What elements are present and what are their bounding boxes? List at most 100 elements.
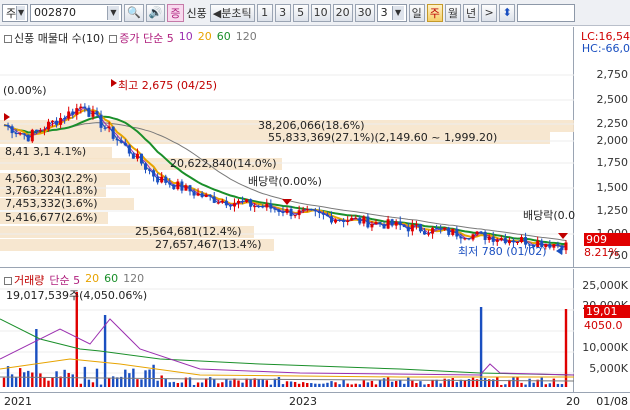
candle-body [34, 129, 38, 131]
volume-bar [31, 372, 34, 387]
volume-profile-label: 20,622,840(14.0%) [170, 157, 277, 170]
period-5-button[interactable]: 5 [292, 3, 309, 22]
volume-bar [99, 384, 103, 387]
volume-legend: 거래량 단순 5 20 60 120 [4, 272, 144, 288]
volume-bar [196, 382, 200, 387]
volume-bar [419, 381, 422, 387]
ma10-legend: 10 [178, 30, 193, 43]
candle-body [176, 181, 180, 190]
volume-bar [233, 378, 236, 387]
margin-badge-button[interactable]: 증 [167, 3, 184, 22]
volume-ma-line [0, 318, 575, 376]
minute-tick-button[interactable]: ◀분초틱 [209, 3, 255, 22]
volume-bar [455, 382, 459, 387]
volume-bar [87, 379, 91, 387]
hc-readout: HC:-66,0 [581, 42, 630, 55]
volume-bar [229, 380, 232, 387]
date-input[interactable] [517, 3, 576, 22]
market-select[interactable]: 주 ▼ [2, 3, 28, 22]
candle-body [439, 228, 443, 230]
candle-body [269, 203, 273, 209]
volume-bar [394, 380, 398, 387]
low-price-label: 최저 780 (01/02) [458, 245, 547, 258]
candle-body [382, 224, 386, 229]
volume-bar [556, 383, 560, 387]
volume-bar [6, 366, 10, 387]
period-10-button[interactable]: 10 [310, 3, 331, 22]
volume-bar [532, 382, 535, 387]
candle-body [451, 228, 455, 235]
volume-bar [39, 373, 42, 387]
period-20-button[interactable]: 20 [332, 3, 353, 22]
volume-bar [241, 382, 244, 387]
volume-profile-label: 5,416,677(2.6%) [5, 211, 98, 224]
volume-summary-label: 19,017,539주(4,050.06%) [6, 289, 148, 302]
volume-bar [261, 379, 264, 387]
stock-name: 신풍 [186, 6, 207, 20]
candle-body [172, 184, 176, 190]
volume-bar [390, 381, 394, 387]
y-tick: 1,750 [596, 156, 629, 169]
month-button[interactable]: 월 [444, 3, 461, 22]
candle-body [305, 209, 309, 211]
candle-body [237, 200, 241, 204]
volume-bar [318, 383, 321, 387]
volume-bar [160, 375, 163, 387]
dividend-label: 배당락(0.00%) [248, 175, 322, 188]
period-3-button[interactable]: 3 [274, 3, 291, 22]
candle-body [289, 208, 293, 217]
volume-bar [71, 374, 74, 387]
volume-bar [116, 377, 119, 387]
candle-body [103, 127, 107, 129]
price-chart-panel[interactable]: 신풍 매물대 수(10) 증가 단순 5 10 20 60 120 LC:16,… [0, 27, 630, 268]
candle-body [479, 231, 483, 233]
volume-chart-panel[interactable]: 거래량 단순 5 20 60 120 19,017,539주(4,050.06%… [0, 269, 630, 392]
search-button[interactable]: 🔍 [124, 3, 144, 22]
year-button[interactable]: 년 [462, 3, 480, 22]
candle-body [156, 176, 160, 183]
candle-body [115, 138, 119, 141]
sound-button[interactable]: 🔊 [145, 3, 166, 22]
candle-body [443, 227, 447, 230]
volume-bar [342, 379, 345, 387]
period-30-button[interactable]: 30 [354, 3, 375, 22]
speaker-icon: 🔊 [148, 6, 163, 19]
candle-body [427, 233, 431, 235]
top-left-pct-label: (0.00%) [3, 84, 47, 97]
candle-body [309, 209, 313, 211]
candle-body [79, 106, 83, 109]
day-button[interactable]: 일 [408, 3, 425, 22]
stock-code-value: 002870 [34, 6, 76, 19]
volume-y-tick: 25,000K [582, 279, 628, 292]
candle-body [394, 221, 398, 226]
vol-ma60-legend: 60 [104, 272, 119, 285]
volume-bar [407, 377, 410, 387]
period-count-select[interactable]: 3 ▼ [376, 3, 407, 22]
candle-body [358, 217, 362, 224]
candle-body [398, 221, 402, 226]
week-button[interactable]: 주 [426, 3, 443, 22]
next-button[interactable]: > [481, 3, 498, 22]
volume-bar [245, 378, 248, 387]
candle-body [18, 133, 22, 135]
volume-bar [362, 380, 366, 387]
volume-bar [463, 380, 467, 387]
vol-ma120-legend: 120 [123, 272, 145, 285]
candle-body [123, 142, 127, 146]
volume-bar [504, 384, 507, 387]
candle-body [127, 145, 131, 154]
volume-bar [334, 382, 337, 387]
candle-body [30, 129, 34, 142]
candle-body [241, 200, 245, 202]
candle-body [220, 200, 224, 203]
volume-bar [23, 372, 26, 387]
volume-profile-label: 25,564,681(12.4%) [135, 225, 242, 238]
period-1-button[interactable]: 1 [256, 3, 273, 22]
current-price-tag: 909 [584, 233, 630, 246]
end-date-label: 01/08 [596, 395, 628, 408]
volume-bar [423, 384, 426, 387]
updown-button[interactable]: ⬍ [499, 3, 516, 22]
candle-body [51, 120, 55, 122]
stock-code-select[interactable]: 002870 ▼ [30, 3, 122, 22]
candle-body [22, 133, 26, 135]
